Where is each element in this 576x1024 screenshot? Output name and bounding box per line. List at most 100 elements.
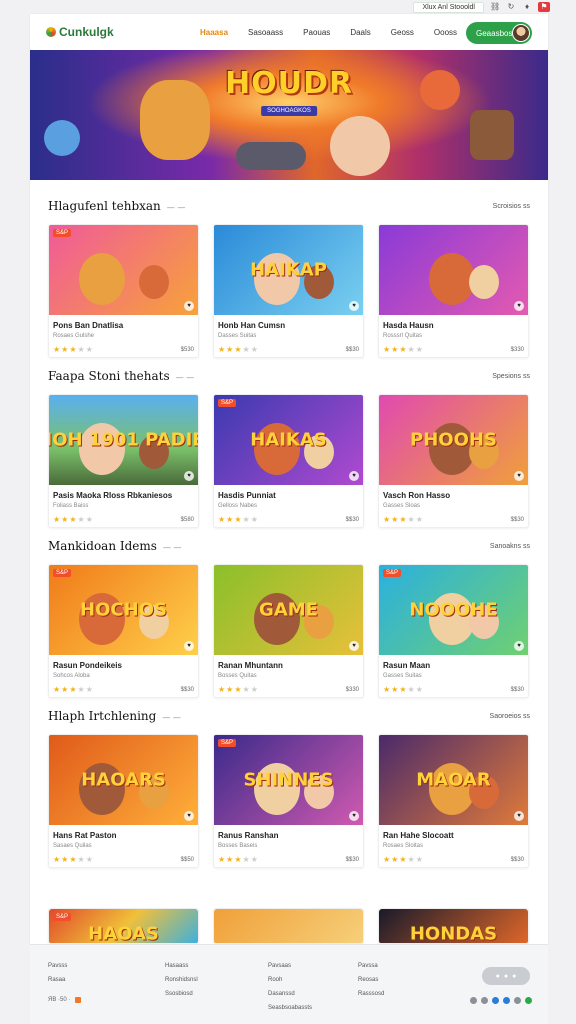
game-thumbnail[interactable]: S&P ♥ [49, 225, 198, 315]
favorite-icon[interactable]: ♥ [349, 471, 359, 481]
footer-link[interactable]: Ronshidsnsl [165, 973, 198, 987]
game-card[interactable]: GAME ♥ Ranan Mhuntann Bosses Quitas ★★★★… [213, 564, 364, 698]
card-title[interactable]: Honb Han Cumsn [218, 321, 359, 330]
card-title[interactable]: Ranus Ranshan [218, 831, 359, 840]
game-card[interactable]: HAOAS S&P [48, 908, 199, 944]
card-meta: ★★★★★ $330 [383, 345, 524, 354]
twitter-icon[interactable] [481, 997, 488, 1004]
favorite-icon[interactable]: ♥ [514, 811, 524, 821]
footer-link[interactable]: Reosas [358, 973, 384, 987]
menu-item[interactable]: Haaasa [200, 28, 228, 37]
footer-link[interactable]: Ssosbiosd [165, 987, 198, 1001]
youtube-icon[interactable] [503, 997, 510, 1004]
game-art-title: HAOAS [88, 923, 159, 944]
game-card[interactable]: PHOOHS ♥ Vasch Ron Hasso Gasses Sloas ★★… [378, 394, 529, 528]
game-thumbnail[interactable]: GAME ♥ [214, 565, 363, 655]
facebook-icon[interactable] [470, 997, 477, 1004]
card-title[interactable]: Pons Ban Dnatlisa [53, 321, 194, 330]
logo[interactable]: Cunkulgk [46, 25, 114, 39]
instagram-icon[interactable] [492, 997, 499, 1004]
footer-link[interactable]: Rasaa [48, 973, 67, 987]
discord-icon[interactable] [514, 997, 521, 1004]
game-card[interactable]: SHINNES S&P ♥ Ranus Ranshan Bosses Basei… [213, 734, 364, 868]
footer-link[interactable]: Rooh [268, 973, 312, 987]
footer-toggle-button[interactable]: ● ● ● [482, 967, 530, 985]
favorite-icon[interactable]: ♥ [349, 811, 359, 821]
game-art-title: GOHOH 1901 PADIBIED [49, 429, 198, 451]
menu-item[interactable]: Paouas [303, 28, 330, 37]
game-card[interactable]: HAOARS ♥ Hans Rat Paston Sasaes Quilas ★… [48, 734, 199, 868]
game-card[interactable]: HAIKAS S&P ♥ Hasdis Punniat Gelloss Nabe… [213, 394, 364, 528]
card-title[interactable]: Ranan Mhuntann [218, 661, 359, 670]
footer-link[interactable]: Pavsss [48, 959, 67, 973]
footer-link[interactable]: Seasbsoabassts [268, 1001, 312, 1015]
card-subtitle: Gasses Sloas [383, 503, 421, 509]
game-thumbnail[interactable]: PHOOHS ♥ [379, 395, 528, 485]
share-icon[interactable] [525, 997, 532, 1004]
favorite-icon[interactable]: ♥ [514, 641, 524, 651]
game-thumbnail[interactable]: ♥ [379, 225, 528, 315]
card-title[interactable]: Hasda Hausn [383, 321, 524, 330]
bell-icon[interactable]: ♦ [522, 2, 532, 12]
card-title[interactable]: Hasdis Punniat [218, 491, 359, 500]
game-thumbnail[interactable]: HAOAS S&P [49, 909, 198, 944]
card-title[interactable]: Vasch Ron Hasso [383, 491, 524, 500]
top-pill[interactable]: Xlux Anl Stoooldl [413, 1, 484, 13]
menu-item[interactable]: Sasoaass [248, 28, 283, 37]
footer-link[interactable]: Pavssa [358, 959, 384, 973]
card-price: $$30 [180, 686, 194, 693]
menu-item[interactable]: Daals [350, 28, 370, 37]
cta-button[interactable]: Geaasboss [466, 22, 532, 44]
menu-item[interactable]: Geoss [391, 28, 414, 37]
footer-link[interactable]: Dasanssd [268, 987, 312, 1001]
flag-icon[interactable]: ⚑ [538, 2, 550, 12]
game-thumbnail[interactable]: HONDAS [379, 909, 528, 943]
favorite-icon[interactable]: ♥ [349, 301, 359, 311]
favorite-icon[interactable]: ♥ [184, 811, 194, 821]
game-thumbnail[interactable]: HOCHOS S&P ♥ [49, 565, 198, 655]
game-card[interactable]: HAIKAP ♥ Honb Han Cumsn Dasses Suitas ★★… [213, 224, 364, 358]
hero-banner[interactable]: HOUDR SOGHOAGKOS [30, 50, 548, 180]
card-title[interactable]: Pasis Maoka Rloss Rbkaniesos [53, 491, 194, 500]
game-card[interactable]: NOOOHE S&P ♥ Rasun Maan Gasses Suitas ★★… [378, 564, 529, 698]
favorite-icon[interactable]: ♥ [514, 301, 524, 311]
game-card[interactable]: MAOAR ♥ Ran Hahe Slocoatt Rosaes Sloitas… [378, 734, 529, 868]
link-icon[interactable]: ⛓ [490, 2, 500, 12]
favorite-icon[interactable]: ♥ [349, 641, 359, 651]
game-thumbnail[interactable]: HAIKAS S&P ♥ [214, 395, 363, 485]
see-all-link[interactable]: Sanoakns ss [490, 543, 530, 550]
game-thumbnail[interactable]: MAOAR ♥ [379, 735, 528, 825]
game-thumbnail[interactable]: HAOARS ♥ [49, 735, 198, 825]
avatar[interactable] [512, 24, 530, 42]
footer-link[interactable]: Pavsaas [268, 959, 312, 973]
footer-link[interactable]: Hasaass [165, 959, 198, 973]
game-card[interactable]: GOHOH 1901 PADIBIED ♥ Pasis Maoka Rloss … [48, 394, 199, 528]
game-thumbnail[interactable]: HAIKAP ♥ [214, 225, 363, 315]
game-card[interactable]: S&P ♥ Pons Ban Dnatlisa Rosaes Gulshe ★★… [48, 224, 199, 358]
card-title[interactable]: Ran Hahe Slocoatt [383, 831, 524, 840]
game-card[interactable]: ♥ Hasda Hausn Rosssrl Quitas ★★★★★ $330 [378, 224, 529, 358]
see-all-link[interactable]: Scroisios ss [493, 203, 530, 210]
see-all-link[interactable]: Spesions ss [492, 373, 530, 380]
refresh-icon[interactable]: ↻ [506, 2, 516, 12]
card-title[interactable]: Hans Rat Paston [53, 831, 194, 840]
game-thumbnail[interactable]: NOOOHE S&P ♥ [379, 565, 528, 655]
card-title[interactable]: Rasun Maan [383, 661, 524, 670]
game-card[interactable]: HONDAS [378, 908, 529, 944]
game-thumbnail[interactable]: SHINNES S&P ♥ [214, 735, 363, 825]
favorite-icon[interactable]: ♥ [514, 471, 524, 481]
circle-icon: ● [503, 972, 509, 980]
card-title[interactable]: Rasun Pondeikeis [53, 661, 194, 670]
menu-item[interactable]: Oooss [434, 28, 457, 37]
see-all-link[interactable]: Saoroeios ss [490, 713, 530, 720]
favorite-icon[interactable]: ♥ [184, 301, 194, 311]
game-card[interactable] [213, 908, 364, 944]
game-thumbnail[interactable]: GOHOH 1901 PADIBIED ♥ [49, 395, 198, 485]
game-card[interactable]: HOCHOS S&P ♥ Rasun Pondeikeis Sohcos Alo… [48, 564, 199, 698]
favorite-icon[interactable]: ♥ [184, 471, 194, 481]
footer-link[interactable]: Rasssosd [358, 987, 384, 1001]
game-thumbnail[interactable] [214, 909, 363, 943]
favorite-icon[interactable]: ♥ [184, 641, 194, 651]
circle-icon: ● [512, 972, 517, 980]
game-art-title: HOCHOS [80, 599, 167, 621]
